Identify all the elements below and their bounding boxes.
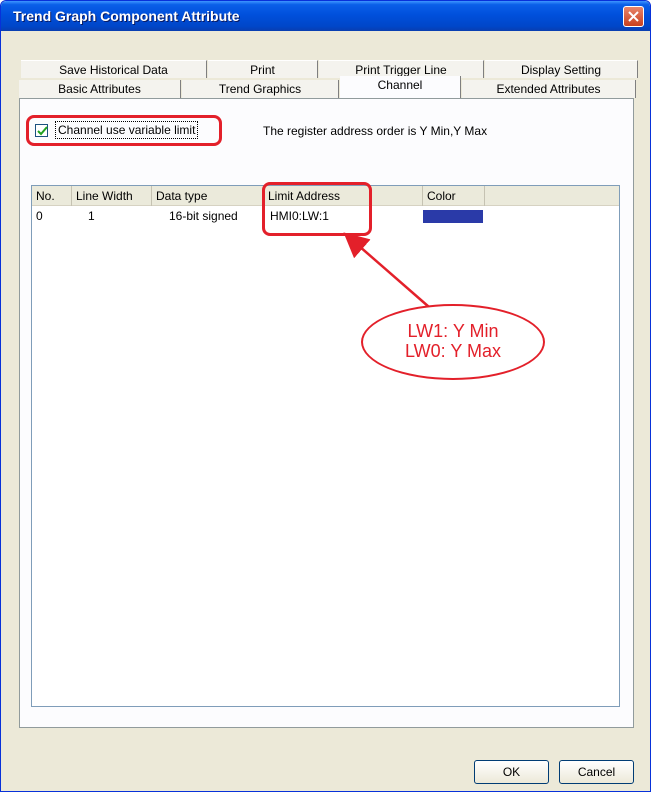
cell-color-swatch — [423, 210, 483, 223]
register-order-hint: The register address order is Y Min,Y Ma… — [263, 124, 488, 138]
tab-save-historical-data[interactable]: Save Historical Data — [21, 60, 207, 78]
cell-line-width: 1 — [88, 209, 95, 223]
column-no[interactable]: No. — [32, 186, 72, 206]
annotation-callout: LW1: Y Min LW0: Y Max — [361, 304, 545, 380]
cell-no: 0 — [36, 209, 43, 223]
checkbox-highlight — [26, 115, 222, 146]
tab-basic-attributes[interactable]: Basic Attributes — [19, 80, 181, 98]
column-data-type[interactable]: Data type — [152, 186, 264, 206]
tab-trend-graphics[interactable]: Trend Graphics — [182, 80, 339, 98]
ok-button[interactable]: OK — [474, 760, 549, 784]
tab-display-setting[interactable]: Display Setting — [485, 60, 638, 78]
window-title: Trend Graph Component Attribute — [13, 8, 240, 24]
close-button[interactable] — [623, 6, 644, 27]
tab-extended-attributes[interactable]: Extended Attributes — [462, 80, 636, 98]
callout-line-2: LW0: Y Max — [404, 341, 502, 361]
dialog-window: Trend Graph Component Attribute Save His… — [0, 0, 651, 792]
tab-row-front: Basic Attributes Trend Graphics Channel … — [19, 76, 636, 98]
title-bar: Trend Graph Component Attribute — [1, 1, 650, 31]
tab-print[interactable]: Print — [208, 60, 318, 78]
column-color[interactable]: Color — [423, 186, 485, 206]
cell-data-type: 16-bit signed — [169, 209, 238, 223]
close-icon — [628, 11, 639, 22]
column-line-width[interactable]: Line Width — [72, 186, 152, 206]
channel-list[interactable]: No. Line Width Data type Limit Address C… — [31, 185, 620, 707]
cancel-button[interactable]: Cancel — [559, 760, 634, 784]
callout-line-1: LW1: Y Min — [407, 321, 499, 341]
tab-row-back: Save Historical Data Print Print Trigger… — [21, 60, 638, 78]
limit-address-highlight — [262, 182, 372, 236]
tab-channel[interactable]: Channel — [340, 76, 461, 98]
